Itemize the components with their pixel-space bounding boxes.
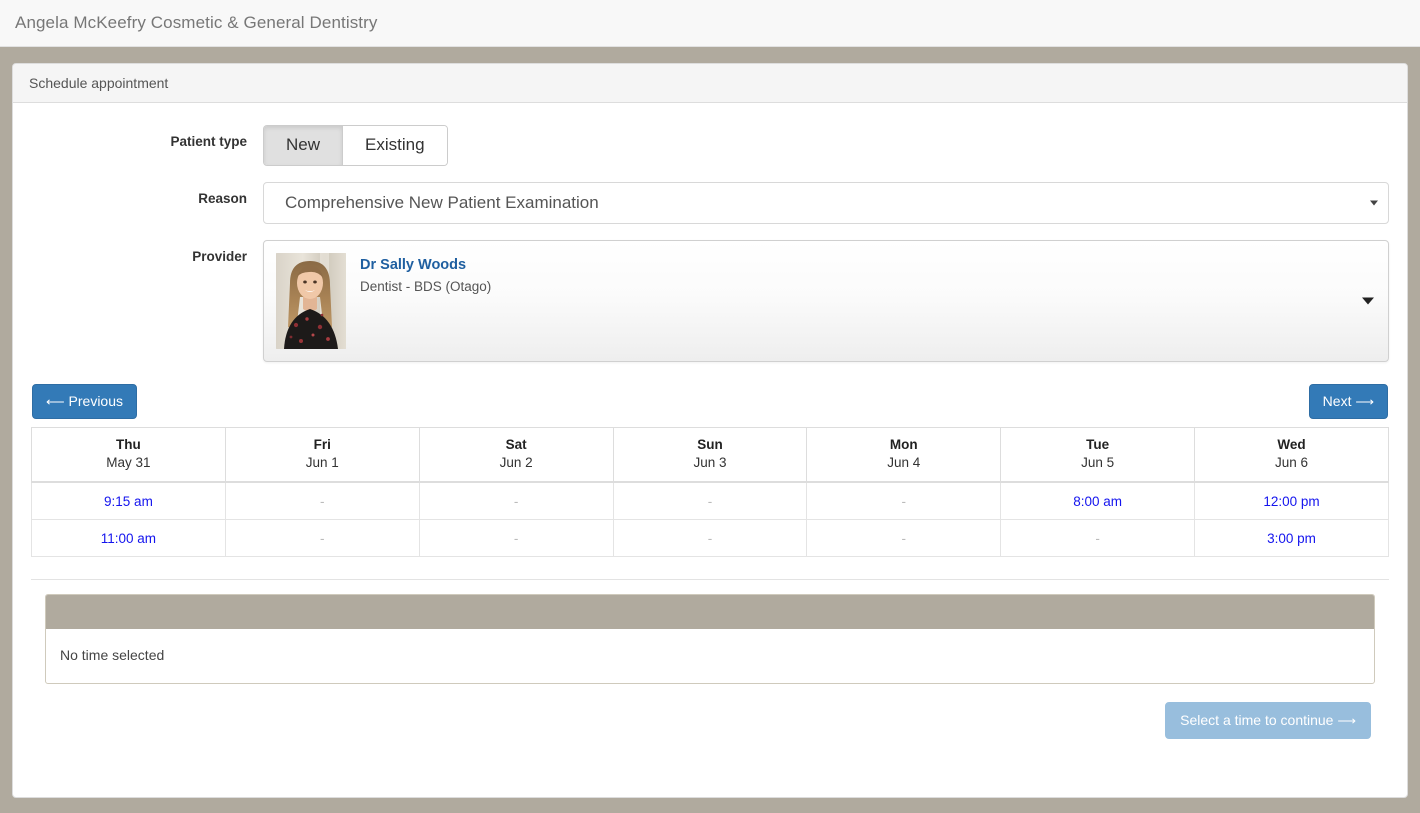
provider-label: Provider (192, 249, 247, 265)
schedule-column-header: Sun Jun 3 (612, 427, 808, 484)
card-header-title: Schedule appointment (29, 75, 169, 91)
previous-week-label: Previous (68, 393, 123, 410)
brand-title: Angela McKeefry Cosmetic & General Denti… (15, 13, 378, 32)
schedule-row: 11:00 am - - - - - 3:00 pm (31, 519, 1389, 558)
patient-type-field: New Existing (263, 125, 1389, 167)
schedule-cell: - (224, 481, 420, 521)
time-slot-link[interactable]: 8:00 am (1073, 494, 1122, 509)
column-date: Jun 2 (499, 455, 533, 471)
reason-selected-value: Comprehensive New Patient Examination (285, 193, 599, 213)
slot-unavailable: - (513, 494, 519, 510)
slot-unavailable: - (513, 531, 519, 547)
schedule-column-header: Wed Jun 6 (1194, 427, 1389, 484)
column-day-of-week: Sun (697, 437, 723, 453)
reason-select[interactable]: Comprehensive New Patient Examination (263, 182, 1389, 225)
previous-week-button[interactable]: ⟵ Previous (32, 384, 137, 420)
schedule-cell: - (612, 519, 808, 558)
slot-unavailable: - (1095, 531, 1100, 547)
column-date: Jun 6 (1275, 455, 1309, 471)
schedule-cell: - (1000, 519, 1196, 558)
selected-time-status: No time selected (60, 647, 165, 664)
time-slot-link[interactable]: 12:00 pm (1263, 494, 1319, 509)
provider-portrait-photo (276, 253, 346, 350)
section-divider (31, 579, 1389, 581)
provider-select[interactable]: Dr Sally Woods Dentist - BDS (Otago) (263, 240, 1389, 363)
column-date: Jun 3 (693, 455, 727, 471)
card-header: Schedule appointment (13, 64, 1407, 103)
arrow-right-icon: ⟶ (1355, 394, 1374, 410)
patient-type-new-button[interactable]: New (264, 126, 343, 166)
column-date: May 31 (106, 455, 151, 471)
column-day-of-week: Fri (313, 437, 331, 453)
selected-time-panel-header (46, 595, 1374, 630)
next-week-label: Next (1322, 393, 1352, 410)
schedule-cell: - (612, 481, 808, 521)
schedule-table-body: 9:15 am - - - - 8:00 am 12:00 pm 11:00 am - - - - - 3… (31, 481, 1389, 558)
schedule-cell: - (224, 519, 420, 558)
schedule-cell: 11:00 am (31, 519, 226, 558)
column-day-of-week: Tue (1086, 437, 1110, 453)
schedule-table: Thu May 31 Fri Jun 1 Sat Jun 2 Sun Jun 3… (31, 427, 1389, 558)
schedule-cell: 8:00 am (1000, 481, 1196, 521)
continue-button-label: Select a time to continue (1180, 712, 1334, 729)
chevron-down-icon (1362, 297, 1374, 305)
schedule-cell: - (806, 519, 1002, 558)
schedule-cell: - (806, 481, 1002, 521)
schedule-cell: - (418, 481, 614, 521)
slot-unavailable: - (707, 494, 713, 510)
patient-type-toggle-group[interactable]: New Existing (263, 125, 448, 167)
select-time-to-continue-button[interactable]: Select a time to continue ⟶ (1165, 702, 1371, 740)
time-slot-link[interactable]: 9:15 am (104, 494, 153, 509)
provider-role: Dentist - BDS (Otago) (360, 279, 492, 295)
schedule-cell: - (418, 519, 614, 558)
reason-field: Comprehensive New Patient Examination (263, 182, 1389, 225)
schedule-header-row: Thu May 31 Fri Jun 1 Sat Jun 2 Sun Jun 3… (31, 427, 1389, 484)
arrow-left-icon: ⟵ (46, 394, 65, 410)
column-day-of-week: Wed (1277, 437, 1306, 453)
arrow-right-icon: ⟶ (1337, 713, 1356, 729)
patient-type-label: Patient type (170, 134, 247, 149)
slot-unavailable: - (320, 531, 325, 547)
patient-type-row: Patient type New Existing (31, 125, 1389, 167)
footer-actions: Select a time to continue ⟶ (31, 684, 1389, 740)
schedule-column-header: Fri Jun 1 (224, 427, 420, 484)
schedule-column-header: Thu May 31 (31, 427, 226, 484)
schedule-appointment-card: Schedule appointment Patient type New Ex… (12, 63, 1408, 798)
reason-row: Reason Comprehensive New Patient Examina… (31, 182, 1389, 225)
column-day-of-week: Mon (889, 437, 918, 453)
slot-unavailable: - (901, 494, 907, 510)
column-date: Jun 4 (887, 455, 921, 471)
reason-label: Reason (198, 191, 247, 207)
slot-unavailable: - (707, 531, 713, 547)
provider-name: Dr Sally Woods (360, 257, 467, 274)
provider-row: Provider Dr Sally Woods Dentist - BDS (O… (31, 240, 1389, 363)
provider-field: Dr Sally Woods Dentist - BDS (Otago) (263, 240, 1389, 363)
column-day-of-week: Thu (116, 437, 141, 453)
schedule-column-header: Mon Jun 4 (806, 427, 1002, 484)
selected-time-panel: No time selected (45, 594, 1375, 685)
column-day-of-week: Sat (505, 437, 527, 453)
schedule-cell: 12:00 pm (1194, 481, 1389, 521)
time-slot-link[interactable]: 11:00 am (101, 531, 156, 546)
schedule-cell: 9:15 am (31, 481, 226, 521)
schedule-column-header: Sat Jun 2 (418, 427, 614, 484)
week-nav-row: ⟵ Previous Next ⟶ (31, 384, 1389, 420)
patient-type-existing-button[interactable]: Existing (342, 126, 447, 166)
column-date: Jun 1 (305, 455, 339, 471)
card-body: Patient type New Existing Reason Compreh… (13, 103, 1407, 740)
schedule-row: 9:15 am - - - - 8:00 am 12:00 pm (31, 481, 1389, 521)
next-week-button[interactable]: Next ⟶ (1308, 384, 1388, 420)
slot-unavailable: - (901, 531, 907, 547)
selection-section: No time selected (31, 594, 1389, 685)
schedule-column-header: Tue Jun 5 (1000, 427, 1196, 484)
top-brand-bar: Angela McKeefry Cosmetic & General Denti… (0, 0, 1420, 47)
chevron-down-icon (1370, 200, 1378, 206)
schedule-cell: 3:00 pm (1194, 519, 1389, 558)
column-date: Jun 5 (1081, 455, 1115, 471)
schedule-table-head: Thu May 31 Fri Jun 1 Sat Jun 2 Sun Jun 3… (31, 427, 1389, 484)
slot-unavailable: - (320, 494, 325, 510)
time-slot-link[interactable]: 3:00 pm (1267, 531, 1316, 546)
page-container: Schedule appointment Patient type New Ex… (0, 47, 1420, 813)
provider-info: Dr Sally Woods Dentist - BDS (Otago) (346, 253, 491, 294)
